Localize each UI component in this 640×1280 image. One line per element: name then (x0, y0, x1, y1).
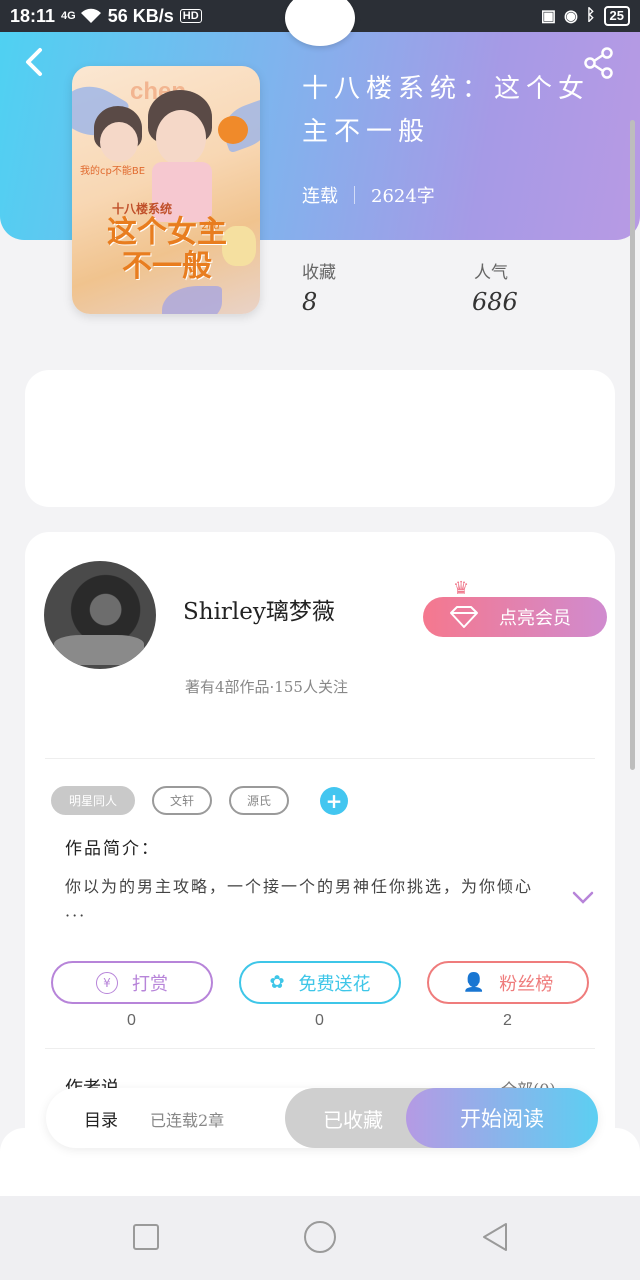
bottom-action-bar: 目录 已连载2章 已收藏 开始阅读 (46, 1088, 598, 1148)
update-status: 已连载2章 (150, 1111, 225, 1130)
lock-icon: ◉ (563, 8, 578, 25)
cover-pinyin: zhu (202, 220, 220, 232)
back-icon[interactable] (22, 46, 50, 78)
chevron-down-icon[interactable] (571, 890, 595, 910)
meta-divider (354, 186, 355, 204)
favorites-value: 8 (302, 288, 318, 316)
divider (45, 758, 595, 759)
cover-tagline: 我的cp不能BE (80, 166, 146, 177)
diamond-icon (450, 606, 478, 628)
book-meta: 连载 2624字 (302, 182, 435, 208)
book-cover[interactable]: chen 我的cp不能BE 十八楼系统 这个女主 不一般 zhu (72, 66, 260, 314)
vip-button-label: 点亮会员 (499, 608, 571, 629)
popularity-label: 人气 (474, 263, 508, 283)
home-icon[interactable] (304, 1221, 336, 1253)
tag-item[interactable]: 源氏 (229, 786, 290, 815)
battery-indicator: 25 (603, 6, 630, 26)
hd-badge: HD (179, 9, 202, 23)
word-count: 2624字 (371, 186, 435, 207)
divider (45, 1048, 595, 1049)
serial-status: 连载 (302, 186, 338, 207)
intro-heading: 作品简介： (65, 839, 160, 859)
tag-item[interactable]: 明星同人 (51, 786, 136, 815)
intro-text: 你以为的男主攻略，一个接一个的男神任你挑选，为你倾心··· (65, 877, 534, 925)
network-speed: 56 KB/s (107, 5, 174, 26)
send-flower-button[interactable]: ✿ 免费送花 (239, 961, 401, 1004)
tip-count: 0 (127, 1012, 136, 1029)
scrollbar[interactable] (630, 120, 635, 770)
favorites-label: 收藏 (302, 263, 336, 283)
toc-button[interactable]: 目录 (84, 1106, 118, 1131)
clock: 18:11 (10, 5, 56, 26)
tip-label: 打赏 (132, 973, 168, 995)
signal-indicator: 4G (61, 9, 76, 22)
recent-apps-icon[interactable] (133, 1224, 159, 1250)
popularity-value: 686 (472, 288, 518, 316)
tag-item[interactable]: 文轩 (152, 786, 213, 815)
start-reading-button[interactable]: 开始阅读 (406, 1088, 598, 1148)
tip-button[interactable]: ¥ 打赏 (51, 961, 213, 1004)
send-flower-label: 免费送花 (298, 973, 371, 995)
add-tag-button[interactable]: + (320, 786, 349, 815)
crown-icon: ♛ (453, 578, 470, 599)
vip-button[interactable]: 点亮会员 (423, 597, 607, 637)
game-icon: ▣ (540, 8, 556, 25)
author-summary: 著有4部作品·155人关注 (185, 678, 348, 696)
tag-list: 明星同人 文轩 源氏 + (51, 786, 349, 815)
share-icon[interactable] (582, 46, 616, 84)
book-title: 十八楼系统：这个女主不一般 (302, 74, 591, 147)
fans-rank-button[interactable]: 👤 粉丝榜 (427, 961, 589, 1004)
fans-count: 2 (503, 1012, 512, 1029)
back-nav-icon[interactable] (480, 1221, 510, 1257)
bluetooth-icon: ᛒ (585, 7, 596, 24)
yen-icon: ¥ (96, 971, 118, 994)
flower-count: 0 (315, 1012, 324, 1029)
fans-icon: 👤 (462, 972, 486, 993)
wifi-icon (80, 8, 101, 23)
fans-rank-label: 粉丝榜 (499, 973, 554, 995)
author-name[interactable]: Shirley璃梦薇 (183, 592, 335, 626)
empty-card (25, 370, 615, 507)
flower-icon: ✿ (269, 972, 285, 993)
avatar[interactable] (44, 561, 156, 669)
